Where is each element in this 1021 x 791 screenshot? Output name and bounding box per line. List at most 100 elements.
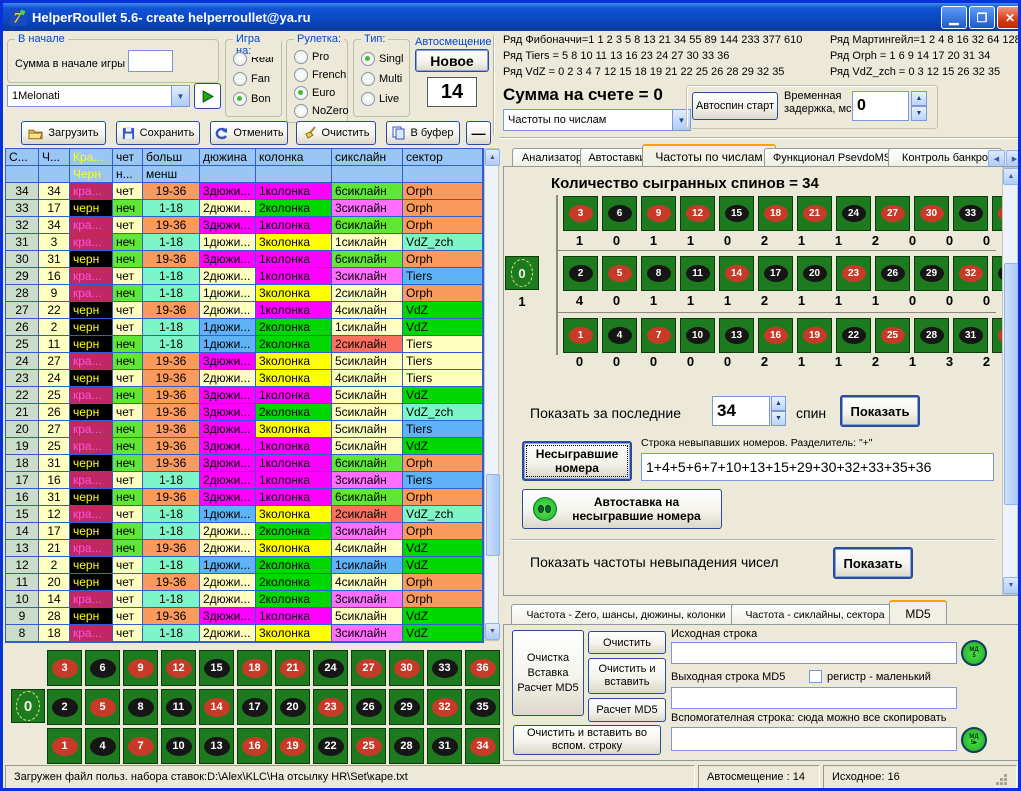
history-row[interactable]: 2722чернчет19-362дюжи...1колонка4сиклайн… <box>6 302 483 319</box>
scroll-up-icon[interactable]: ▲ <box>485 149 500 166</box>
history-row[interactable]: 2027кра...неч19-363дюжи...3колонка5сикла… <box>6 421 483 438</box>
history-row[interactable]: 1120чернчет19-362дюжи...2колонка4сиклайн… <box>6 574 483 591</box>
history-row[interactable]: 3434кра...чет19-363дюжи...1колонка6сикла… <box>6 183 483 200</box>
freq-cell[interactable]: 7 <box>641 318 676 353</box>
freq-cell[interactable]: 24 <box>836 196 871 231</box>
radio-multi[interactable]: Multi <box>361 72 409 86</box>
board-cell[interactable]: 7 <box>123 728 158 764</box>
register-checkbox[interactable] <box>809 670 822 683</box>
history-row[interactable]: 818кра...чет1-182дюжи...3колонка3сиклайн… <box>6 625 483 642</box>
md5-stack-button[interactable]: Очистка Вставка Расчет MD5 <box>512 630 584 716</box>
board-cell[interactable]: 16 <box>237 728 272 764</box>
scroll-up-icon[interactable]: ▲ <box>1003 168 1019 185</box>
tab-freq-sixlines-sectors[interactable]: Частота - сиклайны, сектора <box>731 604 899 625</box>
md5-calc-button[interactable]: Расчет MD5 <box>588 698 666 722</box>
md5-aux-run-icon[interactable]: МД5▸ <box>961 727 987 753</box>
history-row[interactable]: 928чернчет19-363дюжи...1колонка5сиклайнV… <box>6 608 483 625</box>
history-row[interactable]: 1631черннеч19-363дюжи...1колонка6сиклайн… <box>6 489 483 506</box>
start-sum-input[interactable] <box>128 50 173 72</box>
show-last-input[interactable]: 34 <box>712 396 770 426</box>
board-cell[interactable]: 5 <box>85 689 120 725</box>
missed-numbers-button[interactable]: Несыгравшие номера <box>522 441 632 481</box>
board-cell[interactable]: 10 <box>161 728 196 764</box>
history-row[interactable]: 122чернчет1-181дюжи...2колонка1сиклайнVd… <box>6 557 483 574</box>
history-row[interactable]: 1321кра...неч19-362дюжи...3колонка4сикла… <box>6 540 483 557</box>
new-button[interactable]: Новое <box>415 49 489 72</box>
freq-cell[interactable]: 21 <box>797 196 832 231</box>
board-cell[interactable]: 33 <box>427 650 462 686</box>
spinner-down-icon[interactable]: ▼ <box>911 106 927 121</box>
freq-cell[interactable]: 33 <box>953 196 988 231</box>
freq-cell[interactable]: 31 <box>953 318 988 353</box>
preset-combobox[interactable]: 1Melonati ▼ <box>7 85 190 107</box>
md5-aux-field[interactable] <box>671 727 957 751</box>
board-cell[interactable]: 26 <box>351 689 386 725</box>
show-missing-button[interactable]: Показать <box>833 547 913 579</box>
history-row[interactable]: 1925кра...неч19-363дюжи...1колонка5сикла… <box>6 438 483 455</box>
tab-bankroll-control[interactable]: Контроль банкро <box>888 148 1002 167</box>
spinner-up-icon[interactable]: ▲ <box>771 396 786 411</box>
freq-cell[interactable]: 23 <box>836 256 871 291</box>
board-cell[interactable]: 27 <box>351 650 386 686</box>
board-cell[interactable]: 31 <box>427 728 462 764</box>
radio-euro[interactable]: Euro <box>294 86 347 100</box>
freq-cell[interactable]: 20 <box>797 256 832 291</box>
board-cell[interactable]: 24 <box>313 650 348 686</box>
board-zero-cell[interactable]: 0 <box>11 689 45 723</box>
tab-number-frequencies[interactable]: Частоты по числам <box>642 144 776 168</box>
radio-pro[interactable]: Pro <box>294 50 347 64</box>
spinner-up-icon[interactable]: ▲ <box>911 91 927 106</box>
resize-grip[interactable] <box>1004 774 1007 777</box>
play-button[interactable] <box>194 83 221 109</box>
board-cell[interactable]: 3 <box>47 650 82 686</box>
chevron-down-icon[interactable]: ▼ <box>171 86 189 106</box>
history-row[interactable]: 2427кра...неч19-363дюжи...3колонка5сикла… <box>6 353 483 370</box>
history-row[interactable]: 2225кра...неч19-363дюжи...1колонка5сикла… <box>6 387 483 404</box>
scrollbar-thumb[interactable] <box>486 474 500 556</box>
freq-cell[interactable]: 13 <box>719 318 754 353</box>
tab-md5[interactable]: MD5 <box>889 600 947 626</box>
board-cell[interactable]: 22 <box>313 728 348 764</box>
history-row[interactable]: 1716кра...чет1-182дюжи...1колонка3сиклай… <box>6 472 483 489</box>
freq-cell[interactable]: 8 <box>641 256 676 291</box>
board-cell[interactable]: 21 <box>275 650 310 686</box>
radio-bon[interactable]: Bon <box>233 92 281 106</box>
mode-combobox[interactable]: Частоты по числам ▼ <box>503 109 691 131</box>
freq-cell[interactable]: 2 <box>563 256 598 291</box>
missed-string-field[interactable]: 1+4+5+6+7+10+13+15+29+30+32+33+35+36 <box>641 453 994 481</box>
history-row[interactable]: 1417черннеч1-182дюжи...2колонка3сиклайнO… <box>6 523 483 540</box>
board-cell[interactable]: 6 <box>85 650 120 686</box>
board-cell[interactable]: 18 <box>237 650 272 686</box>
tab-freq-zero-chances[interactable]: Частота - Zero, шансы, дюжины, колонки <box>511 604 741 625</box>
history-row[interactable]: 289кра...неч1-181дюжи...3колонка2сиклайн… <box>6 285 483 302</box>
freq-cell[interactable]: 3 <box>563 196 598 231</box>
history-row[interactable]: 1014кра...чет1-182дюжи...2колонка3сиклай… <box>6 591 483 608</box>
freq-cell[interactable]: 29 <box>914 256 949 291</box>
board-cell[interactable]: 36 <box>465 650 500 686</box>
history-row[interactable]: 3234кра...чет19-363дюжи...1колонка6сикла… <box>6 217 483 234</box>
board-cell[interactable]: 12 <box>161 650 196 686</box>
freq-cell[interactable]: 30 <box>914 196 949 231</box>
freq-cell[interactable]: 27 <box>875 196 910 231</box>
md5-clear-paste-aux-button[interactable]: Очистить и вставить во вспом. строку <box>513 725 661 755</box>
freq-cell[interactable]: 6 <box>602 196 637 231</box>
freq-cell[interactable]: 28 <box>914 318 949 353</box>
freq-cell[interactable]: 19 <box>797 318 832 353</box>
delay-spinner[interactable]: ▲ ▼ <box>911 91 927 121</box>
freq-cell[interactable]: 22 <box>836 318 871 353</box>
clear-button[interactable]: Очистить <box>296 121 376 145</box>
freq-cell[interactable]: 26 <box>875 256 910 291</box>
freq-cell[interactable]: 1 <box>563 318 598 353</box>
board-cell[interactable]: 11 <box>161 689 196 725</box>
board-cell[interactable]: 29 <box>389 689 424 725</box>
freq-cell[interactable]: 32 <box>953 256 988 291</box>
board-cell[interactable]: 30 <box>389 650 424 686</box>
history-row[interactable]: 1512кра...чет1-181дюжи...3колонка2сиклай… <box>6 506 483 523</box>
tab-scroll-left-icon[interactable]: ◀ <box>988 150 1005 167</box>
radio-live[interactable]: Live <box>361 92 409 106</box>
md5-run-icon[interactable]: МД5 <box>961 640 987 666</box>
minimize-button[interactable]: ▁ <box>941 6 967 29</box>
radio-nozero[interactable]: NoZero <box>294 104 347 118</box>
freq-cell[interactable]: 10 <box>680 318 715 353</box>
board-cell[interactable]: 23 <box>313 689 348 725</box>
